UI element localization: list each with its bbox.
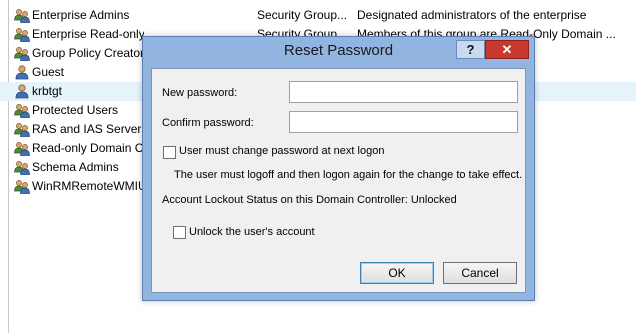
ok-button[interactable]: OK: [360, 262, 434, 284]
lockout-status-text: Account Lockout Status on this Domain Co…: [162, 194, 457, 206]
close-button[interactable]: ✕: [485, 40, 529, 59]
group-icon: [14, 46, 30, 61]
row-name: Enterprise Admins: [32, 8, 130, 22]
row-name: Group Policy Creator: [32, 46, 144, 60]
row-name: RAS and IAS Servers: [32, 122, 144, 136]
new-password-input[interactable]: [289, 81, 518, 103]
logoff-info-text: The user must logoff and then logon agai…: [174, 169, 523, 181]
help-button[interactable]: ?: [456, 40, 485, 59]
row-name: Read-only Domain C: [32, 141, 144, 155]
must-change-password-label[interactable]: User must change password at next logon: [179, 145, 384, 157]
list-row[interactable]: Enterprise Admins Security Group... Design…: [0, 6, 636, 25]
group-icon: [14, 27, 30, 42]
row-name: Enterprise Read-only Domain Controllers: [32, 27, 144, 41]
row-name: Protected Users: [32, 103, 119, 117]
row-name: Guest: [32, 65, 65, 79]
row-name: Schema Admins: [32, 160, 119, 174]
confirm-password-input[interactable]: [289, 111, 518, 133]
row-description: Designated administrators of the enterpr…: [357, 8, 587, 22]
confirm-password-label: Confirm password:: [162, 117, 254, 129]
user-icon: [14, 65, 30, 80]
user-icon: [14, 84, 30, 99]
dialog-body: New password: Confirm password: User mus…: [151, 68, 526, 293]
cancel-button[interactable]: Cancel: [443, 262, 517, 284]
row-name: krbtgt: [32, 84, 63, 98]
group-icon: [14, 103, 30, 118]
row-type: Security Group...: [257, 8, 348, 22]
group-icon: [14, 179, 30, 194]
unlock-account-label[interactable]: Unlock the user's account: [189, 226, 315, 238]
group-icon: [14, 141, 30, 156]
group-icon: [14, 160, 30, 175]
new-password-label: New password:: [162, 87, 238, 99]
group-icon: [14, 122, 30, 137]
row-name: WinRMRemoteWMIU: [32, 179, 144, 193]
reset-password-dialog: Reset Password ? ✕ New password: Confirm…: [142, 36, 535, 301]
group-icon: [14, 8, 30, 23]
unlock-account-checkbox[interactable]: [173, 226, 186, 239]
must-change-password-checkbox[interactable]: [163, 146, 176, 159]
